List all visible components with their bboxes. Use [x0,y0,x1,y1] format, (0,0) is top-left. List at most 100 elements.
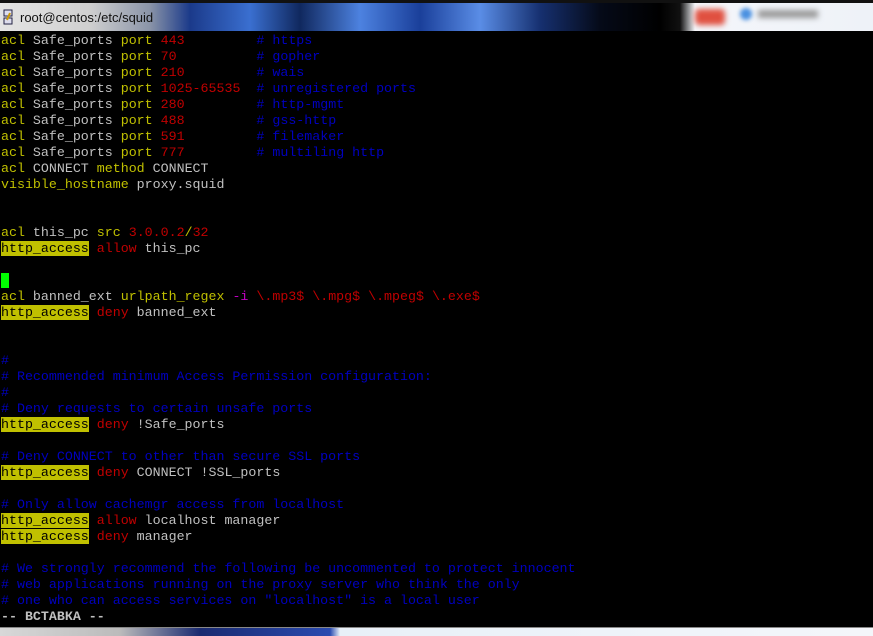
comment-token: # wais [256,65,305,80]
background-blur [740,8,752,20]
highlighted-keyword: http_access [1,513,89,528]
comment-token: # multiling http [256,145,385,160]
text-cursor [1,273,9,288]
editor-line[interactable]: acl banned_ext urlpath_regex -i \.mp3$ \… [1,289,873,305]
editor-line[interactable] [1,257,873,273]
code-token: acl [1,49,25,64]
editor-line[interactable] [1,337,873,353]
code-token: CONNECT [24,161,97,176]
code-token: port [120,97,153,112]
editor-line[interactable]: acl Safe_ports port 488 # gss-http [1,113,873,129]
editor-line[interactable]: # Deny requests to certain unsafe ports [1,401,873,417]
editor-line[interactable]: http_access allow localhost manager [1,513,873,529]
code-token: 777 [160,145,185,160]
code-token: allow [96,241,137,256]
comment-token: # https [256,33,313,48]
window-title: root@centos:/etc/squid [20,10,154,25]
code-token: -i [232,289,249,304]
code-token: acl [1,129,25,144]
editor-line[interactable] [1,433,873,449]
editor-line[interactable] [1,193,873,209]
code-token: Safe_ports [24,33,121,48]
code-token: deny [96,465,129,480]
editor-line[interactable]: acl Safe_ports port 777 # multiling http [1,145,873,161]
editor-lines: acl Safe_ports port 443 # https acl Safe_… [1,33,873,609]
editor-line[interactable] [1,273,873,289]
editor-line[interactable]: # We strongly recommend the following be… [1,561,873,577]
background-blur [695,9,725,25]
code-token: method [96,161,145,176]
code-token: Safe_ports [24,113,121,128]
code-token: 488 [160,113,185,128]
highlighted-keyword: http_access [1,529,89,544]
code-token: 280 [160,97,185,112]
editor-line[interactable]: acl Safe_ports port 1025-65535 # unregis… [1,81,873,97]
code-token: this_pc [136,241,201,256]
window-titlebar[interactable]: root@centos:/etc/squid [0,0,873,31]
editor-line[interactable]: acl Safe_ports port 280 # http-mgmt [1,97,873,113]
editor-line[interactable] [1,481,873,497]
editor-line[interactable]: http_access deny !Safe_ports [1,417,873,433]
terminal-editor[interactable]: acl Safe_ports port 443 # https acl Safe_… [1,33,873,625]
code-token: deny [96,417,129,432]
highlighted-keyword: http_access [1,417,89,432]
editor-line[interactable]: visible_hostname proxy.squid [1,177,873,193]
code-token: 70 [160,49,177,64]
editor-line[interactable]: # Recommended minimum Access Permission … [1,369,873,385]
code-token: banned_ext [128,305,217,320]
comment-token: # We strongly recommend the following be… [1,561,576,576]
editor-line[interactable]: acl Safe_ports port 443 # https [1,33,873,49]
comment-token: # Deny CONNECT to other than secure SSL … [1,449,361,464]
editor-line[interactable] [1,209,873,225]
editor-line[interactable]: acl Safe_ports port 70 # gopher [1,49,873,65]
editor-line[interactable]: acl Safe_ports port 210 # wais [1,65,873,81]
editor-line[interactable]: http_access deny manager [1,529,873,545]
code-token: this_pc [24,225,97,240]
editor-line[interactable]: # Only allow cachemgr access from localh… [1,497,873,513]
editor-line[interactable] [1,545,873,561]
editor-line[interactable]: acl CONNECT method CONNECT [1,161,873,177]
code-token: CONNECT [144,161,209,176]
code-token: acl [1,145,25,160]
code-token: Safe_ports [24,129,121,144]
code-token: deny [96,305,129,320]
code-token: Safe_ports [24,145,121,160]
code-token: 32 [192,225,209,240]
editor-line[interactable]: http_access deny banned_ext [1,305,873,321]
highlighted-keyword: http_access [1,465,89,480]
code-token: \.mp3$ \.mpg$ \.mpeg$ \.exe$ [256,289,480,304]
editor-line[interactable]: acl Safe_ports port 591 # filemaker [1,129,873,145]
code-token: localhost manager [136,513,281,528]
code-token: src [96,225,121,240]
editor-line[interactable]: # one who can access services on "localh… [1,593,873,609]
editor-line[interactable]: # [1,385,873,401]
editor-line[interactable]: # web applications running on the proxy … [1,577,873,593]
code-token: acl [1,225,25,240]
editor-line[interactable] [1,321,873,337]
code-token: !Safe_ports [128,417,225,432]
code-token: acl [1,65,25,80]
code-token: 210 [160,65,185,80]
comment-token: # [1,353,9,368]
code-token: Safe_ports [24,65,121,80]
comment-token: # http-mgmt [256,97,345,112]
editor-line[interactable]: acl this_pc src 3.0.0.2/32 [1,225,873,241]
code-token: 3.0.0.2 [128,225,185,240]
code-token: proxy.squid [128,177,225,192]
code-token: acl [1,33,25,48]
editor-line[interactable]: http_access deny CONNECT !SSL_ports [1,465,873,481]
editor-line[interactable]: # [1,353,873,369]
comment-token: # web applications running on the proxy … [1,577,520,592]
editor-line[interactable]: http_access allow this_pc [1,241,873,257]
code-token: Safe_ports [24,49,121,64]
editor-line[interactable]: # Deny CONNECT to other than secure SSL … [1,449,873,465]
code-token: Safe_ports [24,81,121,96]
code-token: 1025-65535 [160,81,241,96]
